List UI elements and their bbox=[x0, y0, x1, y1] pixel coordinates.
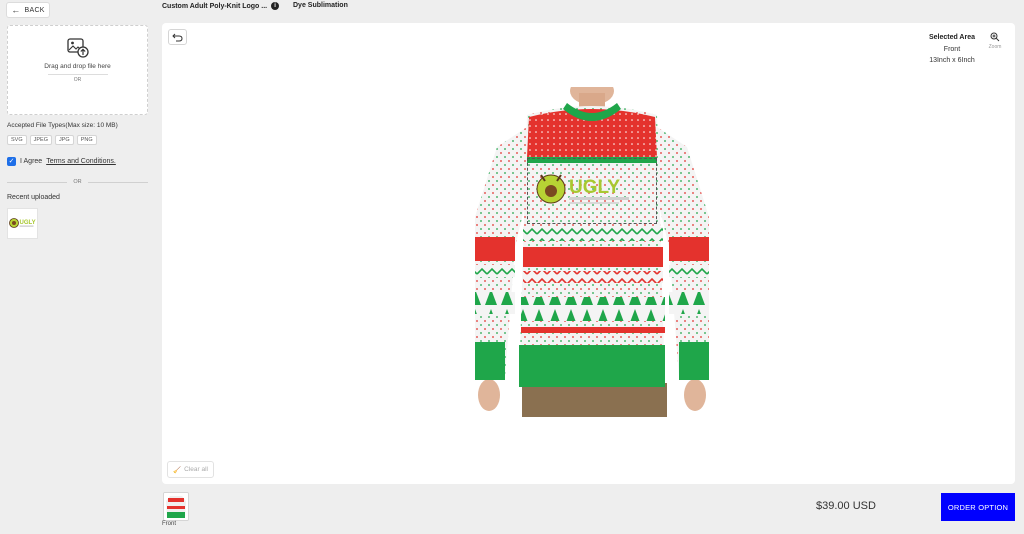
file-dropzone[interactable]: Drag and drop file here OR bbox=[7, 25, 148, 115]
thumb-logo-text: UGLY bbox=[20, 220, 36, 226]
or-divider: OR bbox=[7, 179, 148, 185]
selected-area-size: 13Inch x 6Inch bbox=[929, 57, 975, 64]
zoom-button[interactable]: Zoom bbox=[985, 32, 1005, 50]
front-view-thumbnail[interactable] bbox=[163, 492, 189, 521]
recent-upload-thumbnail[interactable]: UGLY bbox=[7, 208, 38, 239]
divider-line bbox=[7, 181, 68, 183]
undo-button[interactable] bbox=[168, 29, 187, 45]
order-option-button[interactable]: ORDER OPTION bbox=[941, 493, 1015, 521]
agree-checkbox[interactable]: ✓ bbox=[7, 157, 16, 166]
front-view-label: Front bbox=[162, 521, 177, 527]
design-canvas[interactable]: Selected Area Front 13Inch x 6Inch Zoom bbox=[162, 23, 1015, 484]
logo-thumbnail-image: UGLY bbox=[9, 218, 36, 228]
back-button[interactable]: ← BACK bbox=[6, 2, 50, 18]
or-label: OR bbox=[73, 179, 82, 185]
agree-label: I Agree bbox=[20, 158, 43, 165]
file-type-badge: SVG bbox=[7, 135, 27, 145]
product-title: Custom Adult Poly-Knit Logo ... i bbox=[162, 2, 280, 10]
selected-area-title: Selected Area bbox=[928, 34, 975, 41]
zoom-in-icon bbox=[990, 32, 1000, 42]
file-type-badge: JPG bbox=[55, 135, 74, 145]
sweater-thumbnail-image bbox=[164, 493, 188, 520]
file-type-list: SVG JPEG JPG PNG bbox=[7, 135, 97, 145]
dropzone-or: OR bbox=[73, 77, 82, 83]
decoration-method: Dye Sublimation bbox=[293, 2, 348, 9]
arrow-left-icon: ← bbox=[11, 4, 21, 15]
divider-line bbox=[87, 181, 148, 183]
undo-icon bbox=[172, 33, 183, 41]
zoom-label: Zoom bbox=[988, 44, 1002, 50]
file-type-badge: JPEG bbox=[29, 135, 52, 145]
image-upload-icon bbox=[66, 38, 89, 58]
clear-all-button[interactable]: 🧹 Clear all bbox=[167, 461, 214, 478]
product-title-text: Custom Adult Poly-Knit Logo ... bbox=[162, 2, 268, 10]
back-label: BACK bbox=[24, 6, 45, 14]
print-area-boundary[interactable] bbox=[527, 158, 657, 224]
accepted-file-types-label: Accepted File Types(Max size: 10 MB) bbox=[7, 122, 118, 129]
sweater-product-image: UGLY bbox=[475, 87, 709, 417]
selected-area-info: Selected Area Front 13Inch x 6Inch bbox=[929, 32, 975, 67]
price-display: $39.00 USD bbox=[816, 500, 876, 512]
selected-area-side: Front bbox=[943, 45, 961, 53]
file-type-badge: PNG bbox=[76, 135, 97, 145]
clear-all-label: Clear all bbox=[184, 466, 208, 473]
broom-icon: 🧹 bbox=[173, 466, 182, 474]
terms-link[interactable]: Terms and Conditions. bbox=[46, 158, 116, 165]
info-icon[interactable]: i bbox=[271, 2, 280, 10]
dropzone-divider bbox=[47, 74, 108, 75]
dropzone-text: Drag and drop file here bbox=[44, 63, 111, 70]
terms-agreement: ✓ I Agree Terms and Conditions. bbox=[7, 157, 116, 166]
recent-uploaded-title: Recent uploaded bbox=[7, 194, 60, 201]
